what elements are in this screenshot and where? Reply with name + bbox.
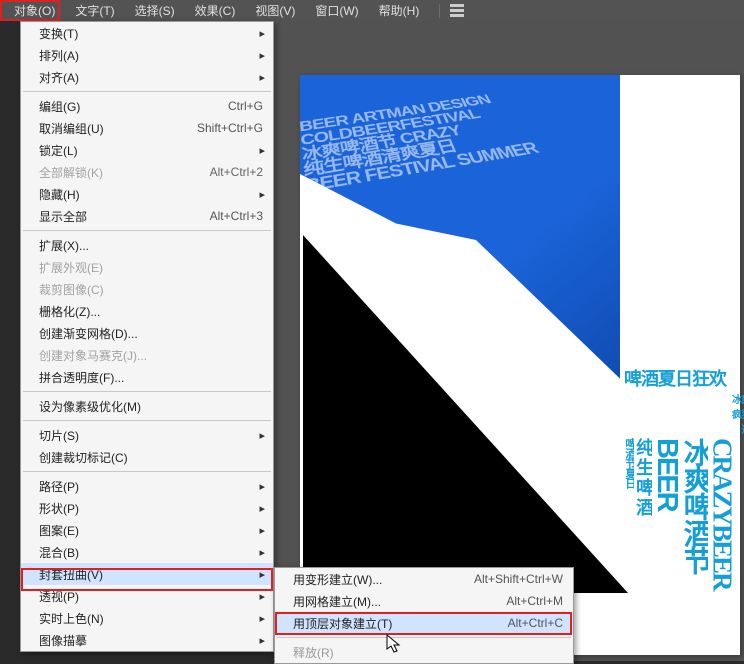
menu-text[interactable]: 文字(T): [65, 0, 124, 21]
side-text-block: 啤酒夏日狂欢 冰爽夏日疯狂啤酒邀您喝 啤酒节夏日 纯生啤酒 BEER 冰爽啤酒节…: [624, 365, 744, 613]
menu-view[interactable]: 视图(V): [245, 0, 305, 21]
menu-object-mosaic: 创建对象马赛克(J)...: [21, 344, 273, 366]
canvas-area[interactable]: 啤酒狂欢节 纯色啤酒夏日狂欢 疯凉BEERARTMANSDESIGN冰爽夏日 纯…: [274, 21, 744, 661]
menu-slice[interactable]: 切片(S): [21, 424, 273, 446]
menu-arrange[interactable]: 排列(A): [21, 44, 273, 66]
menu-gradient-mesh[interactable]: 创建渐变网格(D)...: [21, 322, 273, 344]
menu-separator: [23, 471, 271, 472]
menu-show-all[interactable]: 显示全部Alt+Ctrl+3: [21, 205, 273, 227]
object-menu-dropdown: 变换(T) 排列(A) 对齐(A) 编组(G)Ctrl+G 取消编组(U)Shi…: [20, 21, 274, 652]
menu-shape[interactable]: 形状(P): [21, 497, 273, 519]
toolbar-separator: [439, 4, 440, 18]
menu-image-trace[interactable]: 图像描摹: [21, 629, 273, 651]
menu-select[interactable]: 选择(S): [125, 0, 185, 21]
menu-separator: [23, 230, 271, 231]
menu-group[interactable]: 编组(G)Ctrl+G: [21, 95, 273, 117]
menu-separator: [23, 420, 271, 421]
menu-expand[interactable]: 扩展(X)...: [21, 234, 273, 256]
menu-help[interactable]: 帮助(H): [369, 0, 430, 21]
menu-path[interactable]: 路径(P): [21, 475, 273, 497]
menu-window[interactable]: 窗口(W): [305, 0, 368, 21]
menu-lock[interactable]: 锁定(L): [21, 139, 273, 161]
annotation-highlight-object-menu: [0, 0, 60, 21]
menu-crop-marks[interactable]: 创建裁切标记(C): [21, 446, 273, 468]
mouse-cursor-icon: [386, 634, 404, 654]
menu-hide[interactable]: 隐藏(H): [21, 183, 273, 205]
menu-unlock-all: 全部解锁(K)Alt+Ctrl+2: [21, 161, 273, 183]
menu-blend[interactable]: 混合(B): [21, 541, 273, 563]
menu-align[interactable]: 对齐(A): [21, 66, 273, 88]
menu-pixel-perfect[interactable]: 设为像素级优化(M): [21, 395, 273, 417]
menu-crop-image: 裁剪图像(C): [21, 278, 273, 300]
menu-transform[interactable]: 变换(T): [21, 22, 273, 44]
menu-rasterize[interactable]: 栅格化(Z)...: [21, 300, 273, 322]
submenu-make-with-mesh[interactable]: 用网格建立(M)...Alt+Ctrl+M: [275, 590, 573, 612]
menu-live-paint[interactable]: 实时上色(N): [21, 607, 273, 629]
menu-expand-appearance: 扩展外观(E): [21, 256, 273, 278]
annotation-highlight-envelope: [21, 568, 273, 591]
menu-ungroup[interactable]: 取消编组(U)Shift+Ctrl+G: [21, 117, 273, 139]
menu-pattern[interactable]: 图案(E): [21, 519, 273, 541]
menubar: 对象(O) 文字(T) 选择(S) 效果(C) 视图(V) 窗口(W) 帮助(H…: [0, 0, 744, 21]
panel-toggle-icon[interactable]: [450, 4, 468, 18]
menu-separator: [277, 637, 571, 638]
menu-flatten-transparency[interactable]: 拼合透明度(F)...: [21, 366, 273, 388]
submenu-make-with-warp[interactable]: 用变形建立(W)...Alt+Shift+Ctrl+W: [275, 568, 573, 590]
submenu-release: 释放(R): [275, 641, 573, 663]
menu-separator: [23, 91, 271, 92]
menu-effect[interactable]: 效果(C): [185, 0, 246, 21]
menu-separator: [23, 391, 271, 392]
annotation-highlight-make-top: [275, 612, 572, 635]
